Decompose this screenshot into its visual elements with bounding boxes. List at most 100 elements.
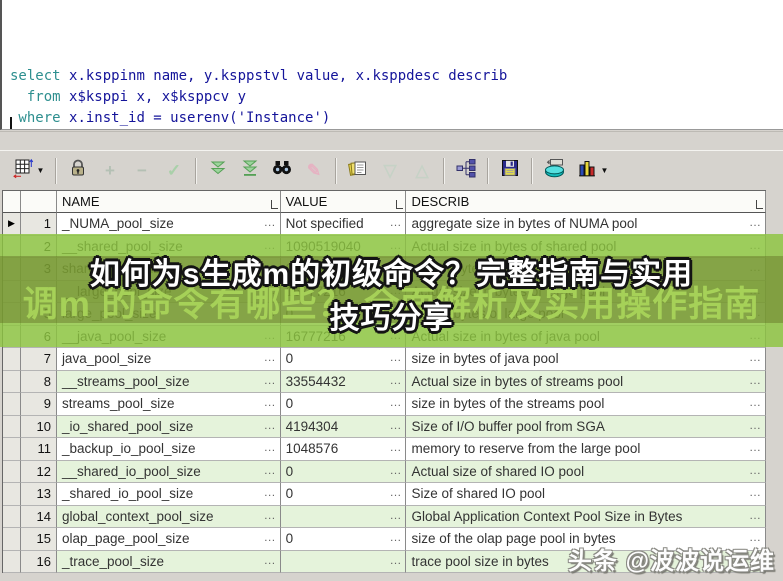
table-row[interactable]: 11 _backup_io_pool_size… 1048576… memory to… <box>3 438 766 461</box>
cell-expand-button[interactable]: … <box>749 463 762 477</box>
column-header-value[interactable]: VALUE <box>280 191 407 213</box>
cell-expand-button[interactable]: … <box>389 418 402 432</box>
cell-describ[interactable]: aggregate size in bytes of NUMA pool… <box>406 213 766 236</box>
column-header-name[interactable]: NAME <box>56 191 281 213</box>
cell-name[interactable]: __shared_io_pool_size… <box>56 460 281 483</box>
row-selector-cell[interactable] <box>3 528 21 551</box>
cell-name[interactable]: streams_pool_size… <box>56 393 281 416</box>
row-number-cell[interactable]: 16 <box>20 550 57 573</box>
table-row[interactable]: 7 java_pool_size… 0… size in bytes of java … <box>3 348 766 371</box>
row-number-cell[interactable]: 1 <box>20 213 57 236</box>
cell-describ[interactable]: Actual size in bytes of streams pool… <box>406 370 766 393</box>
row-selector-cell[interactable] <box>3 550 21 573</box>
cell-value[interactable]: Not specified… <box>280 213 407 236</box>
cell-name[interactable]: _NUMA_pool_size… <box>56 213 281 236</box>
cell-expand-button[interactable]: … <box>264 485 277 499</box>
row-number-cell[interactable]: 11 <box>20 438 57 461</box>
cell-expand-button[interactable]: … <box>749 215 762 229</box>
cell-expand-button[interactable]: … <box>749 485 762 499</box>
cell-value[interactable]: 0… <box>280 393 407 416</box>
cell-name[interactable]: java_pool_size… <box>56 348 281 371</box>
cell-name[interactable]: _io_shared_pool_size… <box>56 415 281 438</box>
cell-describ[interactable]: Size of shared IO pool… <box>406 483 766 506</box>
cell-value[interactable]: 0… <box>280 483 407 506</box>
cell-value[interactable]: 0… <box>280 528 407 551</box>
column-resize-grip[interactable] <box>396 200 404 209</box>
cell-value[interactable]: 33554432… <box>280 370 407 393</box>
cell-expand-button[interactable]: … <box>389 530 402 544</box>
row-number-cell[interactable]: 8 <box>20 370 57 393</box>
cell-name[interactable]: _shared_io_pool_size… <box>56 483 281 506</box>
post-changes-button[interactable]: ✓ <box>159 156 189 186</box>
cell-name[interactable]: _backup_io_pool_size… <box>56 438 281 461</box>
row-selector-cell[interactable] <box>3 505 21 528</box>
cell-value[interactable]: 4194304… <box>280 415 407 438</box>
cell-expand-button[interactable]: … <box>264 350 277 364</box>
cell-expand-button[interactable]: … <box>389 395 402 409</box>
table-row[interactable]: 13 _shared_io_pool_size… 0… Size of shared … <box>3 483 766 506</box>
cell-expand-button[interactable]: … <box>389 463 402 477</box>
cell-expand-button[interactable]: … <box>389 553 402 567</box>
cell-expand-button[interactable]: … <box>749 395 762 409</box>
cell-expand-button[interactable]: … <box>264 508 277 522</box>
cell-expand-button[interactable]: … <box>264 395 277 409</box>
edit-data-button[interactable]: ✎ <box>299 156 329 186</box>
cell-expand-button[interactable]: … <box>749 350 762 364</box>
row-selector-cell[interactable] <box>3 348 21 371</box>
row-selector-cell[interactable] <box>3 393 21 416</box>
table-row[interactable]: 14 global_context_pool_size … … Global Appli… <box>3 505 766 528</box>
cell-describ[interactable]: Global Application Context Pool Size in … <box>406 505 766 528</box>
delete-record-button[interactable]: − <box>127 156 157 186</box>
cell-value[interactable]: 0… <box>280 460 407 483</box>
cell-expand-button[interactable]: … <box>749 508 762 522</box>
row-selector-cell[interactable] <box>3 438 21 461</box>
row-number-cell[interactable]: 9 <box>20 393 57 416</box>
lock-button[interactable] <box>63 156 93 186</box>
table-row[interactable]: 10 _io_shared_pool_size… 4194304… Size of I… <box>3 415 766 438</box>
cell-value[interactable]: 1048576… <box>280 438 407 461</box>
row-number-cell[interactable]: 12 <box>20 460 57 483</box>
row-number-cell[interactable]: 15 <box>20 528 57 551</box>
row-selector-cell[interactable] <box>3 370 21 393</box>
cell-expand-button[interactable]: … <box>264 440 277 454</box>
row-number-cell[interactable]: 14 <box>20 505 57 528</box>
table-row[interactable]: 8 __streams_pool_size… 33554432… Actual siz… <box>3 370 766 393</box>
move-down-button[interactable]: ▽ <box>375 156 405 186</box>
cell-expand-button[interactable]: … <box>389 350 402 364</box>
table-row[interactable]: 9 streams_pool_size… 0… size in bytes of th… <box>3 393 766 416</box>
cell-expand-button[interactable]: … <box>264 418 277 432</box>
cell-value[interactable]: … <box>280 505 407 528</box>
row-selector-cell[interactable] <box>3 415 21 438</box>
cell-expand-button[interactable]: … <box>749 373 762 387</box>
cell-expand-button[interactable]: … <box>389 215 402 229</box>
cell-expand-button[interactable]: … <box>749 418 762 432</box>
sql-editor[interactable]: select x.ksppinm name, y.ksppstvl value,… <box>0 0 783 189</box>
row-selector-cell[interactable]: ▶ <box>3 213 21 236</box>
cell-name[interactable]: olap_page_pool_size… <box>56 528 281 551</box>
cell-expand-button[interactable]: … <box>389 440 402 454</box>
row-selector-cell[interactable] <box>3 483 21 506</box>
cell-expand-button[interactable]: … <box>389 508 402 522</box>
table-row[interactable]: ▶ 1 _NUMA_pool_size… Not specified… aggregat… <box>3 213 766 236</box>
cell-name[interactable]: global_context_pool_size… <box>56 505 281 528</box>
row-selector-cell[interactable] <box>3 460 21 483</box>
row-number-cell[interactable]: 7 <box>20 348 57 371</box>
fetch-next-page-button[interactable] <box>203 156 233 186</box>
cell-name[interactable]: __streams_pool_size… <box>56 370 281 393</box>
move-up-button[interactable]: △ <box>407 156 437 186</box>
cell-expand-button[interactable]: … <box>389 373 402 387</box>
cell-expand-button[interactable]: … <box>264 530 277 544</box>
single-record-view-button[interactable] <box>451 156 481 186</box>
row-number-cell[interactable]: 10 <box>20 415 57 438</box>
cell-expand-button[interactable]: … <box>264 373 277 387</box>
find-button[interactable] <box>267 156 297 186</box>
chart-button[interactable]: ▼ <box>571 156 613 186</box>
grid-options-button[interactable]: ▼ <box>7 156 49 186</box>
cell-name[interactable]: _trace_pool_size… <box>56 550 281 573</box>
row-number-cell[interactable]: 13 <box>20 483 57 506</box>
add-record-button[interactable]: + <box>95 156 125 186</box>
column-resize-grip[interactable] <box>756 200 763 209</box>
cell-expand-button[interactable]: … <box>264 553 277 567</box>
cell-expand-button[interactable]: … <box>749 440 762 454</box>
cell-describ[interactable]: Actual size of shared IO pool… <box>406 460 766 483</box>
